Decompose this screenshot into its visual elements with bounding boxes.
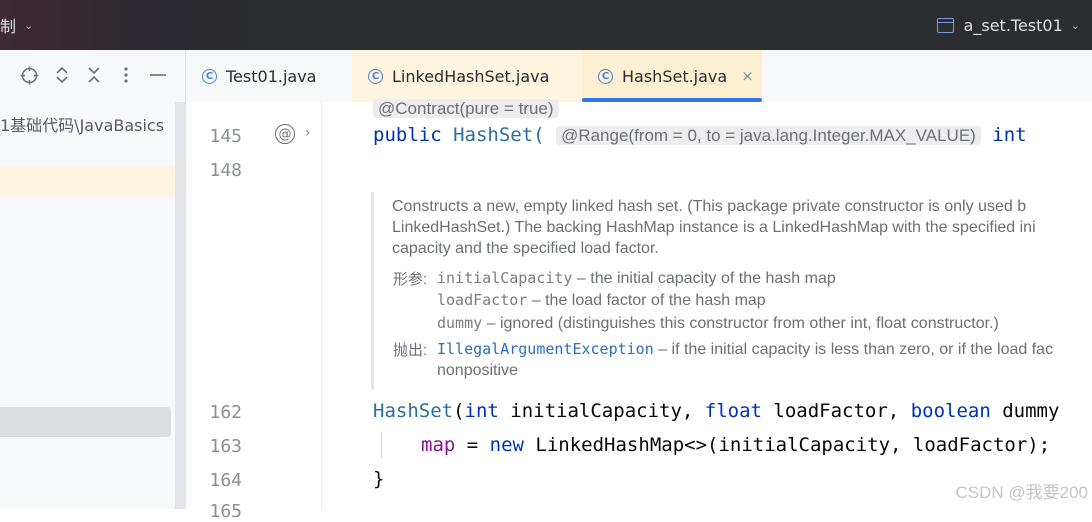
collapse-all-icon[interactable] bbox=[83, 64, 105, 86]
code-editor[interactable]: @Contract(pure = true) 145 @ › public Ha… bbox=[186, 99, 1092, 522]
line-number: 162 bbox=[209, 402, 242, 423]
tab-label: HashSet.java bbox=[622, 66, 728, 86]
param-loadfactor: loadFactor – the load factor of the hash… bbox=[437, 291, 766, 309]
contract-inlay-hint: @Contract(pure = true) bbox=[373, 97, 559, 119]
indent-guide bbox=[381, 432, 382, 458]
class-icon: C bbox=[368, 68, 383, 84]
main-menu[interactable]: 制 ⌄ bbox=[0, 0, 33, 50]
line-number: 145 bbox=[209, 126, 242, 147]
class-icon: C bbox=[202, 68, 217, 84]
project-root-path[interactable]: 1基础代码\JavaBasics bbox=[0, 112, 164, 136]
tab-test01[interactable]: C Test01.java bbox=[202, 50, 352, 102]
code-line-145: public HashSet( @Range(from = 0, to = ja… bbox=[373, 124, 1027, 146]
tab-linkedhashset[interactable]: C LinkedHashSet.java bbox=[352, 50, 582, 102]
code-line-163: map = new LinkedHashMap<>(initialCapacit… bbox=[421, 434, 1051, 456]
tree-row-hovered[interactable] bbox=[0, 407, 171, 437]
tab-hashset[interactable]: C HashSet.java × bbox=[582, 50, 762, 102]
line-number: 165 bbox=[209, 501, 242, 522]
chevron-right-icon[interactable]: › bbox=[305, 125, 311, 141]
gutter-separator bbox=[321, 102, 322, 509]
throws-label: 抛出: bbox=[393, 342, 428, 359]
line-number: 163 bbox=[209, 436, 242, 457]
tab-label: LinkedHashSet.java bbox=[392, 66, 550, 86]
javadoc-description: Constructs a new, empty linked hash set.… bbox=[392, 198, 1036, 257]
window-icon bbox=[936, 17, 954, 33]
editor-tab-bar: C Test01.java C LinkedHashSet.java C Has… bbox=[186, 50, 1092, 102]
code-line-164: } bbox=[373, 468, 385, 490]
tree-row-selected[interactable] bbox=[0, 166, 186, 196]
run-config-selector[interactable]: a_set.Test01 ⌄ bbox=[936, 0, 1092, 50]
run-config-label: a_set.Test01 bbox=[963, 15, 1063, 35]
annotation-gutter-icon[interactable]: @ bbox=[275, 124, 295, 144]
rendered-javadoc[interactable]: Constructs a new, empty linked hash set.… bbox=[371, 192, 1092, 390]
menu-label: 制 bbox=[0, 17, 17, 36]
param-dummy: dummy – ignored (distinguishes this cons… bbox=[437, 314, 999, 332]
line-number: 148 bbox=[209, 160, 242, 181]
line-number: 164 bbox=[209, 470, 242, 491]
chevron-down-icon: ⌄ bbox=[24, 18, 34, 32]
close-icon[interactable]: × bbox=[741, 67, 754, 85]
project-panel: 1基础代码\JavaBasics bbox=[0, 50, 186, 509]
range-inlay-hint: @Range(from = 0, to = java.lang.Integer.… bbox=[556, 126, 981, 145]
class-icon: C bbox=[598, 68, 613, 84]
chevron-down-icon: ⌄ bbox=[1070, 18, 1080, 32]
param-initialcapacity: initialCapacity – the initial capacity o… bbox=[437, 269, 836, 287]
title-bar: 制 ⌄ a_set.Test01 ⌄ bbox=[0, 0, 1092, 50]
code-line-162: HashSet(int initialCapacity, float loadF… bbox=[373, 400, 1060, 422]
more-options-icon[interactable] bbox=[115, 64, 137, 86]
params-label: 形参: bbox=[393, 271, 428, 288]
expand-all-icon[interactable] bbox=[51, 64, 73, 86]
watermark-text: CSDN @我要200 bbox=[955, 483, 1088, 502]
exception-link[interactable]: IllegalArgumentException bbox=[437, 340, 654, 358]
tab-label: Test01.java bbox=[226, 66, 317, 86]
throws-entry-continued: nonpositive bbox=[437, 362, 518, 379]
hide-panel-icon[interactable] bbox=[147, 64, 169, 86]
project-toolbar bbox=[0, 50, 186, 102]
locate-icon[interactable] bbox=[18, 64, 40, 86]
throws-entry: IllegalArgumentException – if the initia… bbox=[437, 340, 1054, 358]
